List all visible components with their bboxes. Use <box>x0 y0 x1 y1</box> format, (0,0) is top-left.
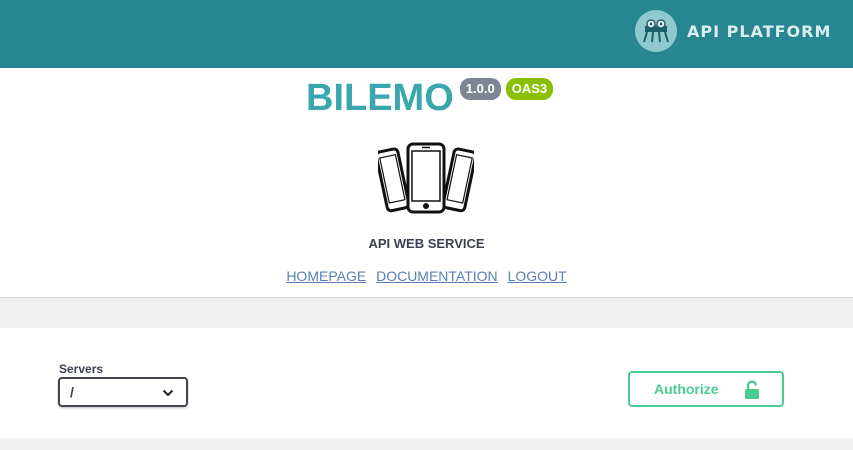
documentation-link[interactable]: DOCUMENTATION <box>376 268 498 284</box>
homepage-link[interactable]: HOMEPAGE <box>286 268 366 284</box>
api-platform-brand-link[interactable]: API PLATFORM <box>635 10 831 52</box>
api-platform-logo-icon <box>635 10 677 52</box>
brand-text: API PLATFORM <box>687 21 832 41</box>
chevron-down-icon <box>162 389 174 397</box>
api-subtitle: API WEB SERVICE <box>368 236 485 251</box>
servers-label: Servers <box>59 362 104 376</box>
authorize-label: Authorize <box>654 381 719 397</box>
authorize-button[interactable]: Authorize <box>628 371 784 407</box>
version-badge: 1.0.0 <box>459 78 501 100</box>
selected-server-value: / <box>70 384 74 400</box>
info-links: HOMEPAGE DOCUMENTATION LOGOUT <box>0 268 853 284</box>
top-bar: API PLATFORM <box>0 0 853 68</box>
servers-select[interactable]: / <box>58 377 188 407</box>
api-title: BILEMO <box>306 77 454 119</box>
api-info-section: BILEMO 1.0.0 OAS3 API WEB SERVICE HOMEPA… <box>0 68 853 298</box>
oas-badge: OAS3 <box>505 78 554 100</box>
lock-open-icon <box>745 380 759 399</box>
scheme-container: Servers / Authorize <box>0 328 853 438</box>
bottom-band <box>0 438 853 450</box>
smartphones-icon <box>378 142 474 214</box>
section-divider <box>0 298 853 328</box>
logout-link[interactable]: LOGOUT <box>508 268 567 284</box>
title-row: BILEMO 1.0.0 OAS3 <box>306 76 554 120</box>
